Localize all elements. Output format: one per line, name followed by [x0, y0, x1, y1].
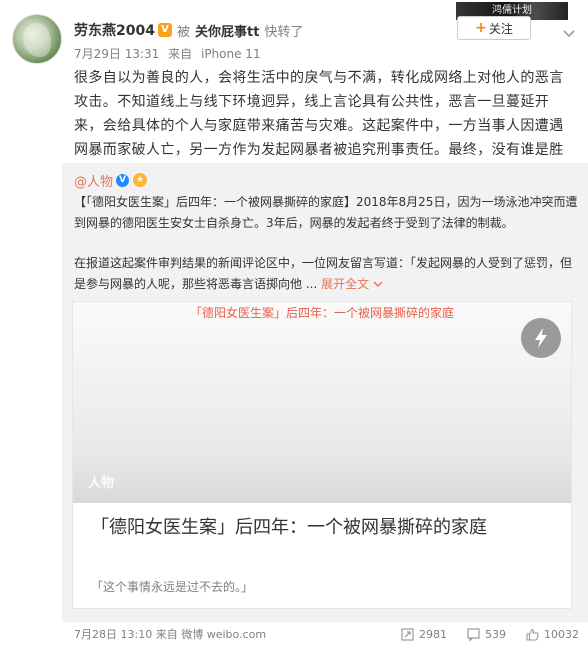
footer-source: 微博 weibo.com [181, 628, 267, 641]
comment-icon [467, 627, 480, 641]
repost-icon [401, 627, 414, 641]
card-media-title: 「德阳女医生案」后四年：一个被网暴撕碎的家庭 [189, 306, 454, 320]
repost-author-row: @人物 V ★ [74, 171, 148, 190]
medal-icon: ★ [133, 173, 148, 187]
like-button[interactable]: 10032 [526, 628, 579, 641]
repost-button[interactable]: 2981 [401, 628, 447, 641]
reposted-weibo: @人物 V ★ 【「德阳女医生案」后四年：一个被网暴撕碎的家庭】2018年8月2… [62, 163, 588, 622]
repost-paragraph-2: 在报道这起案件审判结果的新闻评论区中，一位网友留言写道：「发起网暴的人受到了惩罚… [74, 253, 579, 295]
post-footer: 7月28日 13:10 来自 微博 weibo.com 2981 539 100… [74, 625, 579, 643]
comment-count: 539 [485, 627, 506, 641]
post-header-name-row: 劳东燕2004 V 被 关你屁事tt 快转了 [74, 20, 303, 40]
footer-time[interactable]: 7月28日 13:10 [74, 628, 152, 641]
repost-count: 2981 [419, 627, 447, 641]
banner-text: 鸿儒计划 [492, 5, 532, 16]
comment-button[interactable]: 539 [467, 628, 506, 641]
card-title[interactable]: 「德阳女医生案」后四年：一个被网暴撕碎的家庭 [91, 514, 561, 542]
source-prefix: 来自 [168, 47, 193, 61]
vip-badge-icon: V [157, 23, 172, 37]
link-card[interactable]: 「德阳女医生案」后四年：一个被网暴撕碎的家庭 人物 「德阳女医生案」后四年：一个… [72, 301, 572, 609]
footer-source-prefix: 来自 [155, 628, 178, 641]
weibo-post: 劳东燕2004 V 被 关你屁事tt 快转了 7月29日 13:31 来自 iP… [0, 0, 588, 652]
expand-chevron-icon [373, 281, 383, 287]
expand-full-text-link[interactable]: 展开全文 [317, 277, 383, 291]
follow-button[interactable]: + 关注 [457, 16, 531, 40]
card-description: 「这个事情永远是过不去的。」 [91, 580, 254, 594]
avatar[interactable] [12, 14, 62, 64]
like-count: 10032 [544, 627, 579, 641]
like-icon [526, 628, 539, 641]
username[interactable]: 劳东燕2004 [74, 20, 155, 40]
card-source: 人物 [88, 476, 115, 491]
repost-author[interactable]: @人物 [74, 171, 113, 190]
follow-label: 关注 [488, 21, 513, 36]
engagement-stats: 2981 539 10032 [381, 628, 579, 641]
repost-paragraph-1: 【「德阳女医生案」后四年：一个被网暴撕碎的家庭】2018年8月25日，因为一场泳… [74, 195, 578, 230]
post-source: iPhone 11 [200, 47, 261, 61]
passive-marker: 被 [176, 24, 190, 40]
chevron-down-icon[interactable] [562, 24, 576, 38]
card-media[interactable]: 「德阳女医生案」后四年：一个被网暴撕碎的家庭 人物 [73, 302, 571, 503]
post-date[interactable]: 7月29日 13:31 [74, 47, 159, 61]
expand-label: 展开全文 [321, 277, 370, 291]
fast-repost-user[interactable]: 关你屁事tt [195, 21, 259, 40]
fast-repost-verb: 快转了 [264, 24, 304, 40]
plus-icon: + [475, 20, 487, 36]
verified-icon: V [116, 173, 130, 187]
post-meta: 7月29日 13:31 来自 iPhone 11 [74, 45, 266, 62]
repost-origin-time: 7月28日 13:10 来自 微博 weibo.com [74, 626, 266, 642]
lightning-icon[interactable] [521, 318, 561, 358]
repost-text: 【「德阳女医生案」后四年：一个被网暴撕碎的家庭】2018年8月25日，因为一场泳… [74, 192, 579, 295]
